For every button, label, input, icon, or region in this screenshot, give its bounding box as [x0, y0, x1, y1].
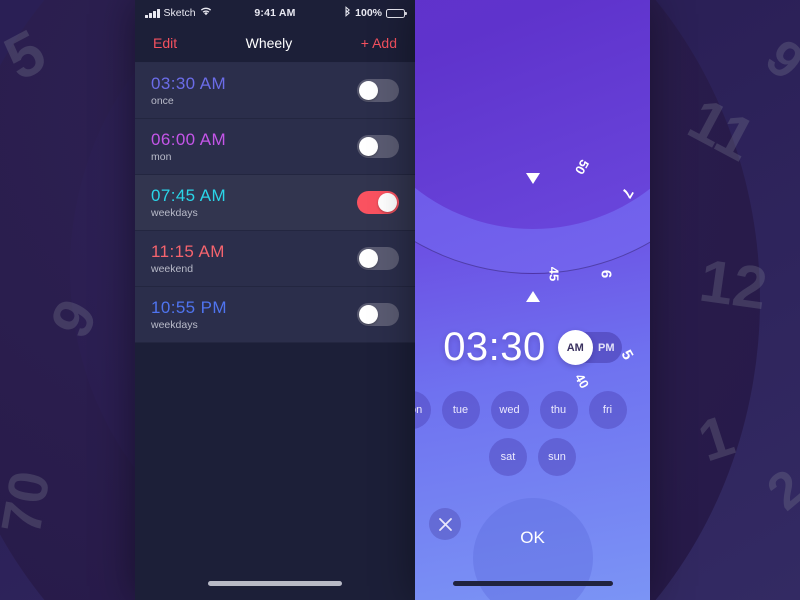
alarm-row[interactable]: 10:55 PM weekdays: [135, 287, 415, 343]
alarm-toggle[interactable]: [357, 135, 399, 158]
alarm-info: 06:00 AM mon: [151, 130, 357, 163]
am-pm-toggle[interactable]: AM PM: [560, 332, 622, 363]
hour-disc[interactable]: [415, 0, 650, 229]
day-chip-wed[interactable]: wed: [491, 391, 529, 429]
alarm-toggle[interactable]: [357, 303, 399, 326]
home-indicator: [453, 581, 613, 586]
alarm-info: 03:30 AM once: [151, 74, 357, 107]
day-chip-fri[interactable]: fri: [589, 391, 627, 429]
alarm-time: 06:00 AM: [151, 130, 357, 149]
toggle-knob: [359, 81, 378, 100]
alarm-toggle[interactable]: [357, 79, 399, 102]
ok-button-label: OK: [520, 528, 545, 548]
carrier-label: Sketch: [164, 7, 196, 19]
dial-number-label: 6: [597, 270, 614, 278]
day-selector: mon tue wed thu fri sat sun: [415, 382, 650, 476]
alarm-list: 03:30 AMonce06:00 AMmon07:45 AMweekdays1…: [135, 63, 415, 343]
close-icon: [438, 517, 453, 532]
background-number: 70: [0, 466, 63, 539]
status-bar-time: 9:41 AM: [254, 7, 295, 19]
status-bar: Sketch 9:41 AM 100%: [135, 0, 415, 24]
day-chip-mon[interactable]: mon: [415, 391, 431, 429]
close-button[interactable]: [429, 508, 461, 540]
toggle-knob: [359, 249, 378, 268]
alarm-repeat: weekdays: [151, 207, 357, 219]
triangle-up-marker-icon: [526, 291, 540, 302]
day-chip-label: mon: [415, 404, 422, 416]
day-chip-sun[interactable]: sun: [538, 438, 576, 476]
alarm-row[interactable]: 03:30 AM once: [135, 63, 415, 119]
alarm-row[interactable]: 11:15 AM weekend: [135, 231, 415, 287]
day-chip-thu[interactable]: thu: [540, 391, 578, 429]
toggle-knob: [378, 193, 397, 212]
toggle-knob: [359, 305, 378, 324]
alarm-repeat: weekend: [151, 263, 357, 275]
alarm-time: 11:15 AM: [151, 242, 357, 261]
day-chip-label: thu: [551, 404, 566, 416]
alarm-info: 07:45 AM weekdays: [151, 186, 357, 219]
alarm-picker-screen: 121234567891011 0510152025303540455055 0…: [415, 0, 650, 600]
alarm-time: 03:30 AM: [151, 74, 357, 93]
alarm-row[interactable]: 07:45 AM weekdays: [135, 175, 415, 231]
toggle-knob: [359, 137, 378, 156]
alarm-time: 07:45 AM: [151, 186, 357, 205]
alarm-toggle[interactable]: [357, 191, 399, 214]
background-number: 2: [756, 458, 800, 523]
day-row-2: sat sun: [415, 438, 650, 476]
battery-percent-label: 100%: [355, 7, 382, 19]
background-number: 12: [696, 246, 772, 324]
background-number: 9: [754, 28, 800, 92]
alarm-list-screen: Sketch 9:41 AM 100% Edit Wheely + Add 03…: [135, 0, 415, 600]
alarm-repeat: once: [151, 95, 357, 107]
pm-option[interactable]: PM: [591, 342, 622, 354]
day-chip-label: wed: [499, 404, 519, 416]
selected-time-row: 03:30 AM PM: [415, 325, 650, 370]
day-chip-label: sun: [548, 451, 566, 463]
add-alarm-button[interactable]: + Add: [361, 35, 397, 51]
alarm-repeat: weekdays: [151, 319, 357, 331]
day-chip-sat[interactable]: sat: [489, 438, 527, 476]
page-title: Wheely: [246, 35, 293, 51]
selected-time-display: 03:30: [443, 325, 546, 370]
day-chip-tue[interactable]: tue: [442, 391, 480, 429]
battery-icon: [386, 9, 405, 18]
day-row-1: mon tue wed thu fri: [415, 391, 650, 429]
alarm-time: 10:55 PM: [151, 298, 357, 317]
alarm-toggle[interactable]: [357, 247, 399, 270]
alarm-info: 10:55 PM weekdays: [151, 298, 357, 331]
alarm-repeat: mon: [151, 151, 357, 163]
day-chip-label: tue: [453, 404, 468, 416]
signal-bars-icon: [145, 9, 160, 18]
time-wheel-dial[interactable]: 121234567891011 0510152025303540455055: [415, 0, 650, 274]
alarm-row[interactable]: 06:00 AM mon: [135, 119, 415, 175]
home-indicator: [208, 581, 342, 586]
bluetooth-icon: [344, 6, 351, 20]
wifi-icon: [200, 7, 212, 19]
dial-number-label: 45: [546, 267, 561, 281]
alarm-info: 11:15 AM weekend: [151, 242, 357, 275]
triangle-down-marker-icon: [526, 173, 540, 184]
am-option[interactable]: AM: [560, 342, 591, 354]
day-chip-label: fri: [603, 404, 612, 416]
edit-button[interactable]: Edit: [153, 35, 177, 51]
navigation-bar: Edit Wheely + Add: [135, 24, 415, 62]
day-chip-label: sat: [501, 451, 516, 463]
